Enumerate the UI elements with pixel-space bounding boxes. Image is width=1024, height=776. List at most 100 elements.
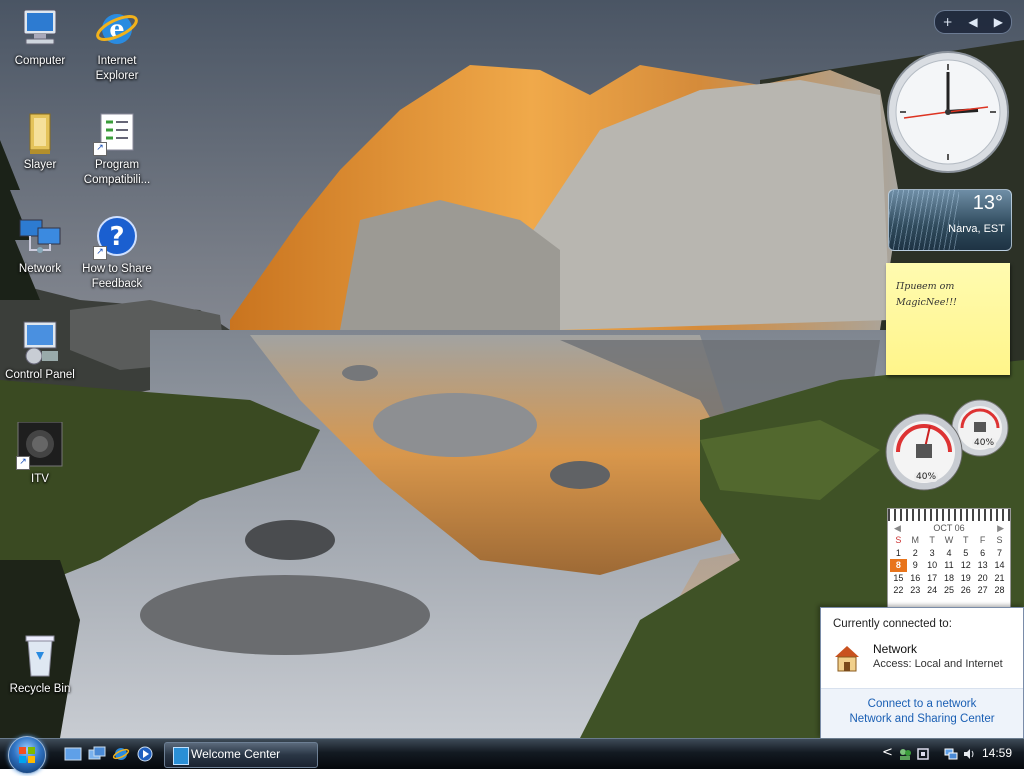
network-icon: [16, 212, 64, 260]
desktop-icon-computer[interactable]: Computer: [0, 4, 80, 69]
weather-gadget[interactable]: 13° Narva, EST: [888, 189, 1012, 251]
desktop-icon-label: Network: [18, 263, 62, 275]
desktop-icon-label: Computer: [14, 55, 66, 67]
desktop-icon-label: How to Share Feedback: [82, 263, 152, 290]
add-gadget-button[interactable]: +: [938, 15, 958, 29]
calendar-day[interactable]: 20: [974, 572, 991, 585]
network-access-status: Access: Local and Internet: [873, 658, 1003, 670]
recycle-bin-icon: [16, 632, 64, 680]
network-tray-icon[interactable]: [944, 747, 958, 761]
calendar-day-today[interactable]: 8: [890, 559, 907, 572]
calendar-weekday: S: [996, 535, 1003, 546]
memory-usage-label: 40%: [972, 438, 997, 448]
desktop-icon-control-panel[interactable]: Control Panel: [0, 318, 80, 383]
shortcut-arrow-icon: ↗: [93, 246, 107, 260]
taskbar-window-welcome-center[interactable]: Welcome Center: [164, 742, 318, 768]
calendar-day[interactable]: 22: [890, 584, 907, 597]
taskbar-window-label: Welcome Center: [191, 747, 281, 761]
desktop-icon-label: Recycle Bin: [9, 683, 71, 695]
calendar-day[interactable]: 4: [941, 547, 958, 560]
network-sharing-center-link[interactable]: Network and Sharing Center: [821, 713, 1023, 725]
calendar-day[interactable]: 28: [991, 584, 1008, 597]
calendar-prev-icon[interactable]: ◀: [894, 523, 901, 534]
notes-gadget[interactable]: Привет от MagicNee!!!: [886, 263, 1010, 375]
desktop-icon-how-to-share-feedback[interactable]: ? ↗ How to Share Feedback: [77, 212, 157, 292]
calendar-day[interactable]: 14: [991, 559, 1008, 572]
weather-location: Narva, EST: [948, 223, 1005, 235]
folder-icon: [16, 108, 64, 156]
next-gadgets-button[interactable]: ▶: [988, 15, 1008, 29]
calendar-day[interactable]: 10: [924, 559, 941, 572]
cpu-usage-label: 40%: [914, 472, 939, 482]
calendar-gadget[interactable]: ◀ OCT 06 ▶ S M T W T F S 1 2 3 4 5 6 7 8…: [887, 508, 1011, 610]
taskbar: Welcome Center < 14:59: [0, 736, 1024, 774]
tv-icon: ↗: [16, 421, 64, 470]
calendar-day[interactable]: 12: [957, 559, 974, 572]
calendar-day[interactable]: 25: [941, 584, 958, 597]
volume-icon[interactable]: [962, 747, 976, 761]
calendar-month: OCT 06: [933, 523, 965, 533]
calendar-next-icon[interactable]: ▶: [997, 523, 1004, 534]
calendar-day[interactable]: 3: [924, 547, 941, 560]
desktop-icon-internet-explorer[interactable]: e Internet Explorer: [77, 4, 157, 84]
desktop-icon-program-compatibility[interactable]: ↗ Program Compatibili...: [77, 108, 157, 188]
start-button[interactable]: [8, 736, 46, 774]
calendar-day[interactable]: 18: [941, 572, 958, 585]
control-panel-icon: [16, 318, 64, 366]
program-compatibility-icon: ↗: [93, 108, 141, 156]
shortcut-arrow-icon: ↗: [16, 456, 30, 470]
svg-text:?: ?: [109, 222, 124, 252]
calendar-day[interactable]: 16: [907, 572, 924, 585]
calendar-day[interactable]: 1: [890, 547, 907, 560]
desktop-icon-label: Program Compatibili...: [83, 159, 151, 186]
calendar-day[interactable]: 9: [907, 559, 924, 572]
calendar-day[interactable]: 21: [991, 572, 1008, 585]
clock-gadget[interactable]: [886, 50, 1010, 174]
home-network-icon: [831, 642, 863, 674]
calendar-day[interactable]: 27: [974, 584, 991, 597]
shortcut-arrow-icon: ↗: [93, 142, 107, 156]
people-sync-icon[interactable]: [898, 747, 912, 761]
desktop-icon-slayer[interactable]: Slayer: [0, 108, 80, 173]
desktop-icon-recycle-bin[interactable]: Recycle Bin: [0, 632, 80, 697]
connect-to-network-link[interactable]: Connect to a network: [821, 698, 1023, 710]
desktop-icon-network[interactable]: Network: [0, 212, 80, 277]
weather-rain-icon: [889, 190, 959, 250]
calendar-day[interactable]: 17: [924, 572, 941, 585]
show-hidden-icons-button[interactable]: <: [882, 745, 893, 760]
internet-explorer-quicklaunch-icon[interactable]: [112, 746, 130, 762]
calendar-day[interactable]: 5: [957, 547, 974, 560]
calendar-day[interactable]: 23: [907, 584, 924, 597]
desktop-icon-label: Control Panel: [5, 369, 75, 381]
calendar-day[interactable]: 24: [924, 584, 941, 597]
calendar-day[interactable]: 6: [974, 547, 991, 560]
previous-gadgets-button[interactable]: ◀: [963, 15, 983, 29]
calendar-day[interactable]: 15: [890, 572, 907, 585]
flyout-title: Currently connected to:: [833, 618, 952, 630]
desktop-icon-label: Slayer: [23, 159, 57, 171]
calendar-weekday: T: [929, 535, 935, 546]
network-status-flyout: Currently connected to: Network Access: …: [820, 607, 1024, 739]
calendar-day[interactable]: 7: [991, 547, 1008, 560]
calendar-day[interactable]: 26: [957, 584, 974, 597]
calendar-day[interactable]: 2: [907, 547, 924, 560]
note-text: Привет от MagicNee!!!: [896, 281, 957, 308]
internet-explorer-icon: e: [93, 4, 141, 52]
calendar-weekday: T: [963, 535, 969, 546]
calendar-day[interactable]: 13: [974, 559, 991, 572]
windows-defender-icon[interactable]: [916, 747, 930, 761]
calendar-day[interactable]: 19: [957, 572, 974, 585]
switch-windows-icon[interactable]: [88, 746, 106, 762]
desktop-icon-label: ITV: [31, 473, 49, 485]
taskbar-clock[interactable]: 14:59: [982, 746, 1012, 760]
desktop-icon-label: Internet Explorer: [95, 55, 139, 82]
desktop-icon-itv[interactable]: ↗ ITV: [0, 421, 80, 487]
cpu-meter-gadget[interactable]: 40% 40%: [884, 398, 1010, 494]
welcome-center-icon: [173, 747, 189, 765]
calendar-day[interactable]: 11: [941, 559, 958, 572]
weather-temperature: 13°: [972, 192, 1003, 214]
calendar-weekday: S: [895, 535, 902, 546]
computer-icon: [16, 4, 64, 52]
media-player-icon[interactable]: [136, 746, 154, 762]
show-desktop-icon[interactable]: [64, 746, 82, 762]
